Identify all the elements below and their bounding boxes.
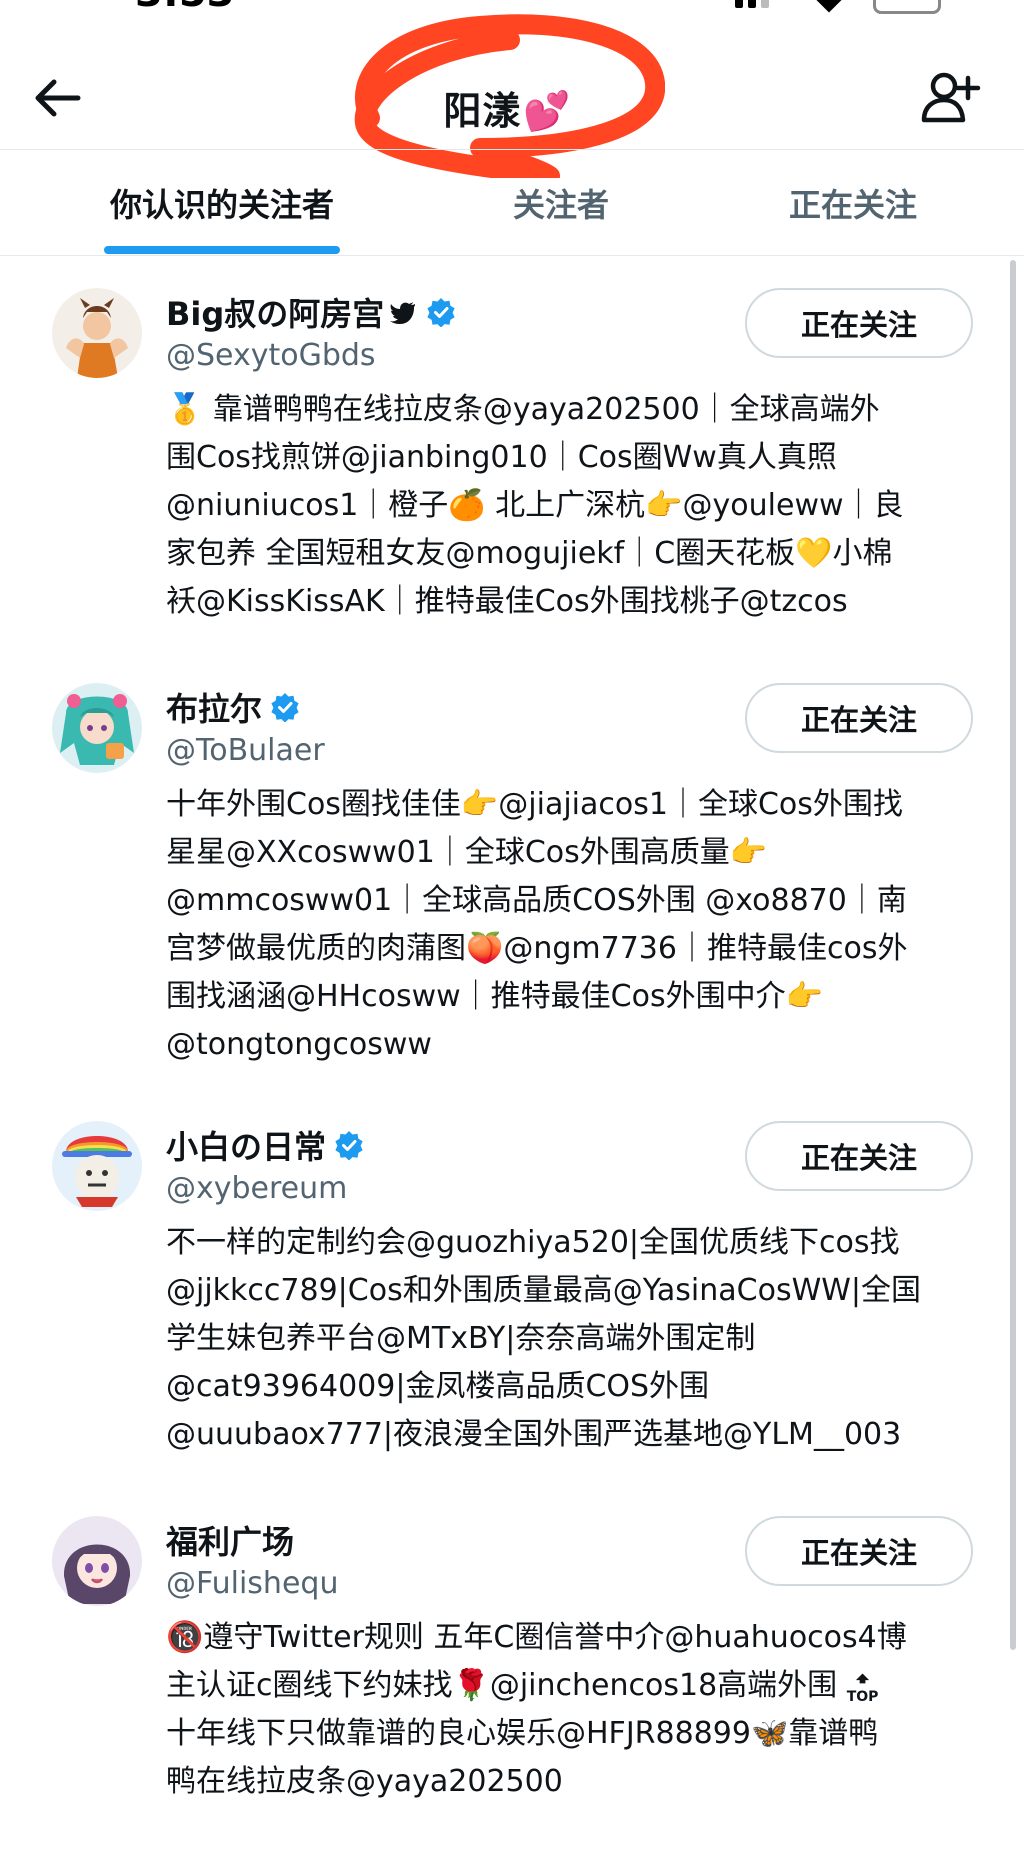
bio-line: 主认证c圈线下约妹找🌹@jinchencos18高端外围 🠹 TOP xyxy=(166,1662,986,1710)
bio-line: @uuubaox777|夜浪漫全国外围严选基地@YLM__003 xyxy=(166,1417,902,1452)
user-cell[interactable]: 福利广场 @Fulishequ 正在关注 🔞遵守Twitter规则 五年C圈信誉… xyxy=(0,1516,1024,1862)
display-name[interactable]: 小白の日常 xyxy=(166,1121,364,1169)
bio-line-text: 主认证c圈线下约妹找🌹@jinchencos18高端外围 xyxy=(166,1668,838,1703)
arrow-left-icon xyxy=(35,79,81,117)
bio-line: 🔞遵守Twitter规则 五年C圈信誉中介@huahuocos4博 xyxy=(166,1620,907,1655)
top-badge-label: TOP xyxy=(846,1688,879,1705)
bio-line: @cat93964009|金凤楼高品质COS外围 xyxy=(166,1369,710,1404)
bio-line: 十年外围Cos圈找佳佳👉@jiajiacos1｜全球Cos外围找 xyxy=(166,787,903,822)
user-handle[interactable]: @xybereum xyxy=(166,1171,347,1206)
user-bio: 🥇 靠谱鸭鸭在线拉皮条@yaya202500｜全球高端外 围Cos找煎饼@jia… xyxy=(166,386,986,626)
display-name-text: 福利广场 xyxy=(166,1523,295,1561)
tab-followers[interactable]: 关注者 xyxy=(480,150,642,256)
avatar-image xyxy=(52,1121,142,1211)
user-cell[interactable]: 布拉尔 @ToBulaer 正在关注 十年外围Cos圈找佳佳👉@jiajiaco… xyxy=(0,683,1024,1083)
bird-icon xyxy=(390,302,416,324)
two-hearts-icon: 💕 xyxy=(523,89,572,133)
tabs-divider xyxy=(0,255,1024,256)
tab-following[interactable]: 正在关注 xyxy=(758,150,948,256)
user-handle[interactable]: @Fulishequ xyxy=(166,1566,338,1601)
avatar-image xyxy=(52,683,142,773)
following-button[interactable]: 正在关注 xyxy=(745,683,973,753)
bio-line: 宫梦做最优质的肉蒲图🍑@ngm7736｜推特最佳cos外 xyxy=(166,931,908,966)
title-name: 阳漾 xyxy=(443,89,522,133)
display-name-text: Big叔の阿房宫 xyxy=(166,295,385,333)
verified-badge-icon xyxy=(427,298,455,327)
avatar[interactable] xyxy=(52,1121,142,1211)
user-cell[interactable]: 小白の日常 @xybereum 正在关注 不一样的定制约会@guozhiya52… xyxy=(0,1121,1024,1481)
user-bio: 十年外围Cos圈找佳佳👉@jiajiacos1｜全球Cos外围找 星星@XXco… xyxy=(166,781,986,1069)
avatar[interactable] xyxy=(52,683,142,773)
bio-line: @jjkkcc789|Cos和外围质量最高@YasinaCosWW|全国 xyxy=(166,1273,922,1308)
following-button[interactable]: 正在关注 xyxy=(745,1516,973,1586)
user-cell[interactable]: Big叔の阿房宫 @SexytoGbds 正在关注 🥇 靠谱鸭鸭在线拉皮条@ya… xyxy=(0,288,1024,648)
back-button[interactable] xyxy=(30,70,86,126)
user-bio: 🔞遵守Twitter规则 五年C圈信誉中介@huahuocos4博 主认证c圈线… xyxy=(166,1614,986,1806)
avatar[interactable] xyxy=(52,288,142,378)
user-handle[interactable]: @ToBulaer xyxy=(166,733,325,768)
bio-line: 家包养 全国短租女友@mogujiekf｜C圈天花板💛小棉 xyxy=(166,536,893,571)
bio-line: 不一样的定制约会@guozhiya520|全国优质线下cos找 xyxy=(166,1225,900,1260)
bio-line: 鸭在线拉皮条@yaya202500 xyxy=(166,1764,563,1799)
bio-line: 围找涵涵@HHcosww｜推特最佳Cos外围中介👉 xyxy=(166,979,823,1014)
tab-bar: 你认识的关注者 关注者 正在关注 xyxy=(0,150,1024,256)
person-add-icon xyxy=(921,72,981,123)
bio-line: 星星@XXcosww01｜全球Cos外围高质量👉 xyxy=(166,835,768,870)
display-name[interactable]: Big叔の阿房宫 xyxy=(166,288,456,336)
add-person-button[interactable] xyxy=(918,68,982,132)
following-button[interactable]: 正在关注 xyxy=(745,288,973,358)
bio-line: 十年线下只做靠谱的良心娱乐@HFJR88899🦋靠谱鸭 xyxy=(166,1716,879,1751)
following-button[interactable]: 正在关注 xyxy=(745,1121,973,1191)
avatar-image xyxy=(52,1516,142,1606)
display-name-text: 布拉尔 xyxy=(166,690,263,728)
verified-badge-icon xyxy=(335,1131,363,1160)
display-name-text: 小白の日常 xyxy=(166,1128,327,1166)
active-tab-indicator xyxy=(104,246,340,254)
avatar[interactable] xyxy=(52,1516,142,1606)
bio-line: 🥇 靠谱鸭鸭在线拉皮条@yaya202500｜全球高端外 xyxy=(166,392,880,427)
top-arrow-icon: 🠹 TOP xyxy=(846,1666,879,1705)
avatar-image xyxy=(52,288,142,378)
bio-line: 围Cos找煎饼@jianbing010｜Cos圈Ww真人真照 xyxy=(166,440,837,475)
display-name[interactable]: 布拉尔 xyxy=(166,683,300,731)
bio-line: 学生妹包养平台@MTxBY|奈奈高端外围定制 xyxy=(166,1321,756,1356)
tab-followers-you-know[interactable]: 你认识的关注者 xyxy=(80,150,364,256)
verified-badge-icon xyxy=(271,693,299,722)
bio-line: @mmcosww01｜全球高品质COS外围 @xo8870｜南 xyxy=(166,883,907,918)
user-handle[interactable]: @SexytoGbds xyxy=(166,338,376,373)
display-name[interactable]: 福利广场 xyxy=(166,1516,294,1564)
bio-line: @tongtongcosww xyxy=(166,1027,432,1062)
bio-line: @niuniucos1｜橙子🍊 北上广深杭👉@youleww｜良 xyxy=(166,488,904,523)
header: 阳漾💕 xyxy=(0,0,1024,178)
bio-line: 袄@KissKissAK｜推特最佳Cos外围找桃子@tzcos xyxy=(166,584,848,619)
user-bio: 不一样的定制约会@guozhiya520|全国优质线下cos找 @jjkkcc7… xyxy=(166,1219,986,1459)
